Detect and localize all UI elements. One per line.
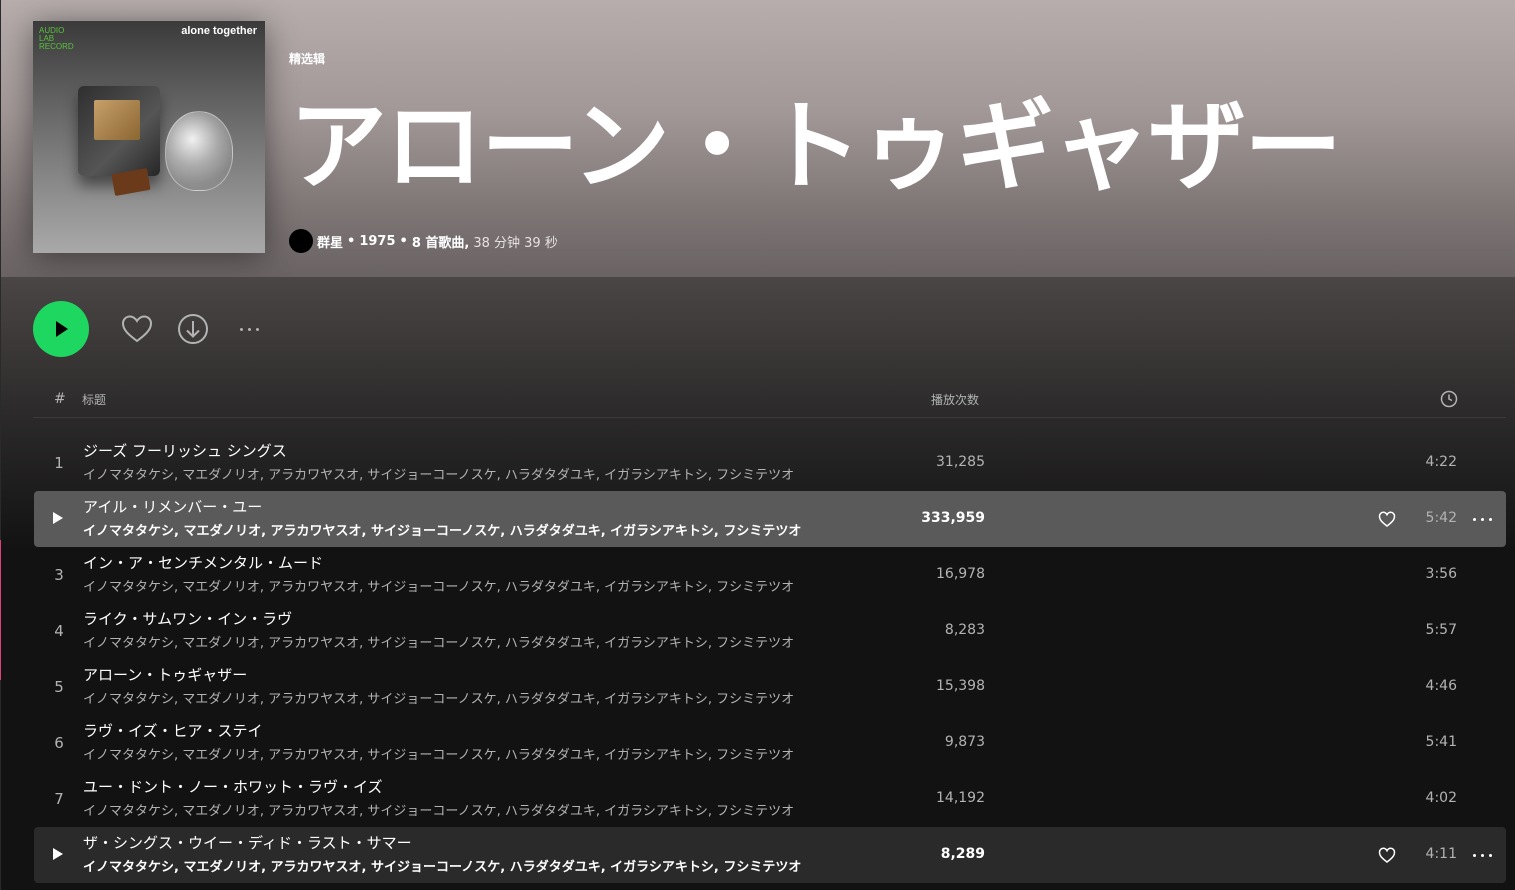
track-artists[interactable]: イノマタタケシ, マエダノリオ, アラカワヤスオ, サイジョーコーノスケ, ハラ… — [83, 520, 801, 539]
heart-icon — [121, 315, 153, 343]
row-play-icon[interactable] — [53, 512, 63, 524]
track-plays: 14,192 — [936, 790, 985, 806]
column-plays: 播放次数 — [931, 393, 980, 407]
track-number: 6 — [54, 734, 64, 752]
play-icon — [56, 321, 68, 337]
download-button[interactable] — [175, 311, 211, 347]
more-icon — [1472, 517, 1476, 521]
track-plays: 31,285 — [936, 454, 985, 470]
album-cover[interactable]: AUDIO LAB RECORD alone together — [33, 21, 265, 253]
track-duration: 4:11 — [1425, 846, 1457, 862]
column-number: # — [54, 391, 66, 407]
track-number: 5 — [54, 678, 64, 696]
track-row[interactable]: ザ・シングス・ウイー・ディド・ラスト・サマー イノマタタケシ, マエダノリオ, … — [34, 827, 1506, 883]
track-duration: 4:22 — [1425, 454, 1457, 470]
track-artists[interactable]: イノマタタケシ, マエダノリオ, アラカワヤスオ, サイジョーコーノスケ, ハラ… — [83, 688, 794, 707]
track-number: 7 — [54, 790, 64, 808]
track-duration: 4:02 — [1425, 790, 1457, 806]
track-title[interactable]: ラヴ・イズ・ヒア・ステイ — [83, 720, 263, 741]
track-artists[interactable]: イノマタタケシ, マエダノリオ, アラカワヤスオ, サイジョーコーノスケ, ハラ… — [83, 632, 794, 651]
artist-avatar[interactable] — [289, 229, 313, 253]
album-type: 精选辑 — [289, 52, 326, 66]
track-table-header: # 标题 播放次数 — [33, 385, 1506, 418]
track-title[interactable]: ジーズ フーリッシュ シングス — [83, 440, 287, 461]
row-more-button[interactable] — [1470, 845, 1494, 865]
track-row[interactable]: 3 イン・ア・センチメンタル・ムード イノマタタケシ, マエダノリオ, アラカワ… — [34, 547, 1506, 603]
track-duration: 5:41 — [1425, 734, 1457, 750]
track-artists[interactable]: イノマタタケシ, マエダノリオ, アラカワヤスオ, サイジョーコーノスケ, ハラ… — [83, 576, 794, 595]
track-title[interactable]: ユー・ドント・ノー・ホワット・ラヴ・イズ — [83, 776, 383, 797]
track-plays: 8,289 — [940, 846, 985, 862]
heart-icon[interactable] — [1377, 509, 1397, 529]
track-artists[interactable]: イノマタタケシ, マエダノリオ, アラカワヤスオ, サイジョーコーノスケ, ハラ… — [83, 856, 801, 875]
track-plays: 15,398 — [936, 678, 985, 694]
track-title[interactable]: アローン・トゥギャザー — [83, 664, 247, 685]
heart-icon[interactable] — [1377, 845, 1397, 865]
track-row[interactable]: 6 ラヴ・イズ・ヒア・ステイ イノマタタケシ, マエダノリオ, アラカワヤスオ,… — [34, 715, 1506, 771]
download-icon — [178, 314, 208, 344]
track-number: 3 — [54, 566, 64, 584]
track-title[interactable]: イン・ア・センチメンタル・ムード — [83, 552, 323, 573]
track-title[interactable]: ライク・サムワン・イン・ラヴ — [83, 608, 292, 629]
track-plays: 16,978 — [936, 566, 985, 582]
like-button[interactable] — [119, 311, 155, 347]
track-duration: 5:42 — [1425, 510, 1457, 526]
track-duration: 5:57 — [1425, 622, 1457, 638]
track-plays: 333,959 — [921, 510, 985, 526]
track-row[interactable]: 1 ジーズ フーリッシュ シングス イノマタタケシ, マエダノリオ, アラカワヤ… — [34, 435, 1506, 491]
track-number: 1 — [54, 454, 64, 472]
track-row[interactable]: 4 ライク・サムワン・イン・ラヴ イノマタタケシ, マエダノリオ, アラカワヤス… — [34, 603, 1506, 659]
page-title: アローン・トゥギャザー — [289, 90, 1342, 204]
more-icon — [239, 327, 243, 331]
track-duration: 3:56 — [1425, 566, 1457, 582]
track-count: 8 首歌曲, — [411, 235, 470, 251]
track-row[interactable]: アイル・リメンバー・ユー イノマタタケシ, マエダノリオ, アラカワヤスオ, サ… — [34, 491, 1506, 547]
album-duration: 38 分钟 39 秒 — [473, 235, 558, 251]
track-artists[interactable]: イノマタタケシ, マエダノリオ, アラカワヤスオ, サイジョーコーノスケ, ハラ… — [83, 464, 794, 483]
more-options-button[interactable] — [231, 311, 267, 347]
more-icon — [1472, 853, 1476, 857]
track-artists[interactable]: イノマタタケシ, マエダノリオ, アラカワヤスオ, サイジョーコーノスケ, ハラ… — [83, 744, 794, 763]
clock-icon — [1440, 390, 1458, 408]
album-header: AUDIO LAB RECORD alone together 精选辑 アローン… — [1, 0, 1515, 277]
track-row[interactable]: 5 アローン・トゥギャザー イノマタタケシ, マエダノリオ, アラカワヤスオ, … — [34, 659, 1506, 715]
track-duration: 4:46 — [1425, 678, 1457, 694]
play-button[interactable] — [33, 301, 89, 357]
track-number: 4 — [54, 622, 64, 640]
track-plays: 8,283 — [944, 622, 985, 638]
album-meta: 群星 • 1975 • 8 首歌曲, 38 分钟 39 秒 — [289, 229, 558, 253]
cover-bulb-image — [165, 111, 233, 191]
cover-logo: AUDIO LAB RECORD — [39, 26, 74, 51]
row-more-button[interactable] — [1470, 509, 1494, 529]
track-artists[interactable]: イノマタタケシ, マエダノリオ, アラカワヤスオ, サイジョーコーノスケ, ハラ… — [83, 800, 794, 819]
meta-separator: • — [399, 233, 408, 249]
cover-musicbox-image — [78, 86, 160, 196]
artist-link[interactable]: 群星 — [317, 232, 343, 251]
track-title[interactable]: アイル・リメンバー・ユー — [83, 496, 262, 517]
meta-separator: • — [347, 233, 356, 249]
track-plays: 9,873 — [944, 734, 985, 750]
track-title[interactable]: ザ・シングス・ウイー・ディド・ラスト・サマー — [83, 832, 412, 853]
album-year: 1975 — [359, 233, 396, 249]
cover-title: alone together — [181, 25, 257, 37]
row-play-icon[interactable] — [53, 848, 63, 860]
column-title: 标题 — [82, 393, 107, 407]
track-row[interactable]: 7 ユー・ドント・ノー・ホワット・ラヴ・イズ イノマタタケシ, マエダノリオ, … — [34, 771, 1506, 827]
